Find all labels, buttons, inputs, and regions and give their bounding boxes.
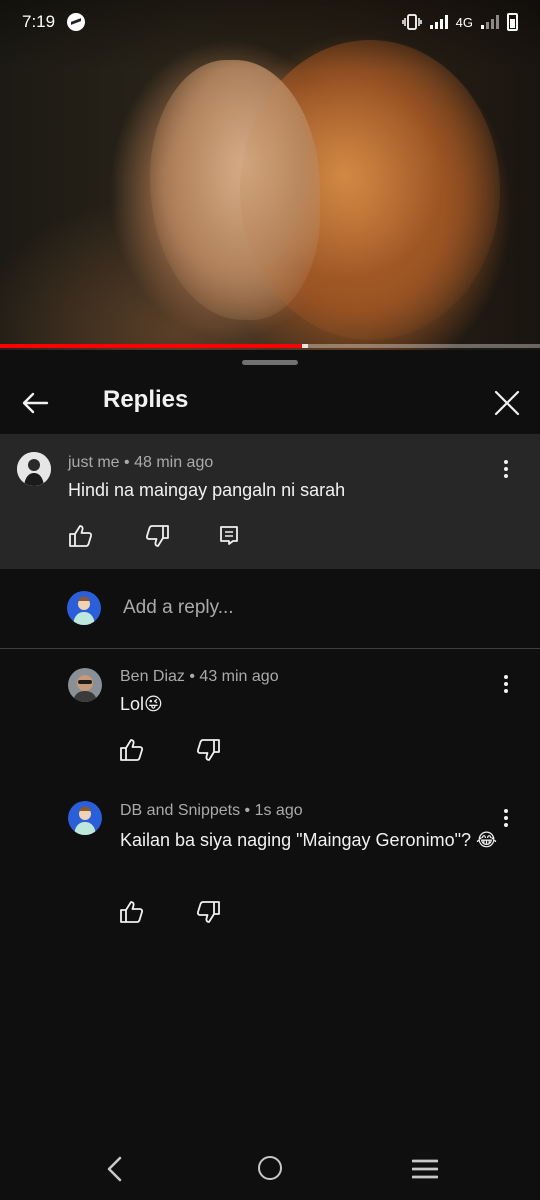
status-bar: 7:19 4G: [0, 0, 540, 44]
nav-home-icon[interactable]: [258, 1156, 282, 1180]
divider: [0, 648, 540, 649]
arrow-left-icon[interactable]: [18, 386, 52, 420]
comment-meta: Ben Diaz • 43 min ago: [120, 668, 279, 685]
comment-author[interactable]: Ben Diaz: [120, 668, 185, 685]
add-reply-input[interactable]: Add a reply...: [123, 597, 234, 619]
battery-icon: [507, 13, 518, 31]
messenger-icon: [67, 13, 86, 31]
video-progress-bar[interactable]: [0, 344, 540, 348]
drag-handle[interactable]: [242, 360, 298, 365]
comment-meta: DB and Snippets • 1s ago: [120, 802, 303, 819]
comment-meta: just me • 48 min ago: [68, 454, 214, 471]
avatar[interactable]: [68, 801, 102, 835]
signal-icon-2: [481, 15, 499, 29]
thumbs-down-icon[interactable]: [145, 523, 171, 549]
panel-title: Replies: [103, 386, 189, 413]
comment-author[interactable]: DB and Snippets: [120, 802, 240, 819]
thumbs-up-icon[interactable]: [67, 523, 93, 549]
comment-author[interactable]: just me: [68, 454, 120, 471]
more-vert-icon[interactable]: [494, 806, 518, 830]
thumbs-up-icon[interactable]: [118, 737, 144, 763]
video-player[interactable]: [0, 0, 540, 350]
comment-text: Hindi na maingay pangaln ni sarah: [68, 480, 346, 500]
signal-icon: [429, 15, 448, 29]
more-vert-icon[interactable]: [494, 457, 518, 481]
avatar[interactable]: [17, 452, 51, 486]
comment-age: 48 min ago: [134, 454, 214, 471]
comment-age: 43 min ago: [199, 668, 279, 685]
system-nav-bar: [0, 1140, 540, 1200]
nav-back-icon[interactable]: [100, 1154, 130, 1184]
replies-header: Replies: [0, 370, 540, 434]
network-type: 4G: [455, 14, 473, 30]
status-time: 7:19: [22, 12, 56, 31]
nav-recents-icon[interactable]: [412, 1158, 438, 1180]
thumbs-up-icon[interactable]: [118, 899, 144, 925]
thumbs-down-icon[interactable]: [196, 899, 222, 925]
avatar: [67, 591, 101, 625]
video-buffer-bar: [302, 344, 308, 348]
comment-text: Kailan ba siya naging "Maingay Geronimo"…: [120, 830, 498, 850]
comment-text: Lol😜: [120, 694, 163, 714]
video-progress-fill: [0, 344, 303, 348]
more-vert-icon[interactable]: [494, 672, 518, 696]
close-icon[interactable]: [490, 386, 524, 420]
add-reply-row[interactable]: Add a reply...: [0, 569, 540, 649]
comment-age: 1s ago: [254, 802, 303, 819]
replies-panel: Replies just me • 48 min ago Hindi na ma…: [0, 350, 540, 1200]
avatar[interactable]: [68, 668, 102, 702]
thumbs-down-icon[interactable]: [196, 737, 222, 763]
vibrate-icon: [401, 14, 422, 30]
parent-comment: just me • 48 min ago Hindi na maingay pa…: [0, 434, 540, 569]
comment-icon[interactable]: [216, 523, 242, 549]
